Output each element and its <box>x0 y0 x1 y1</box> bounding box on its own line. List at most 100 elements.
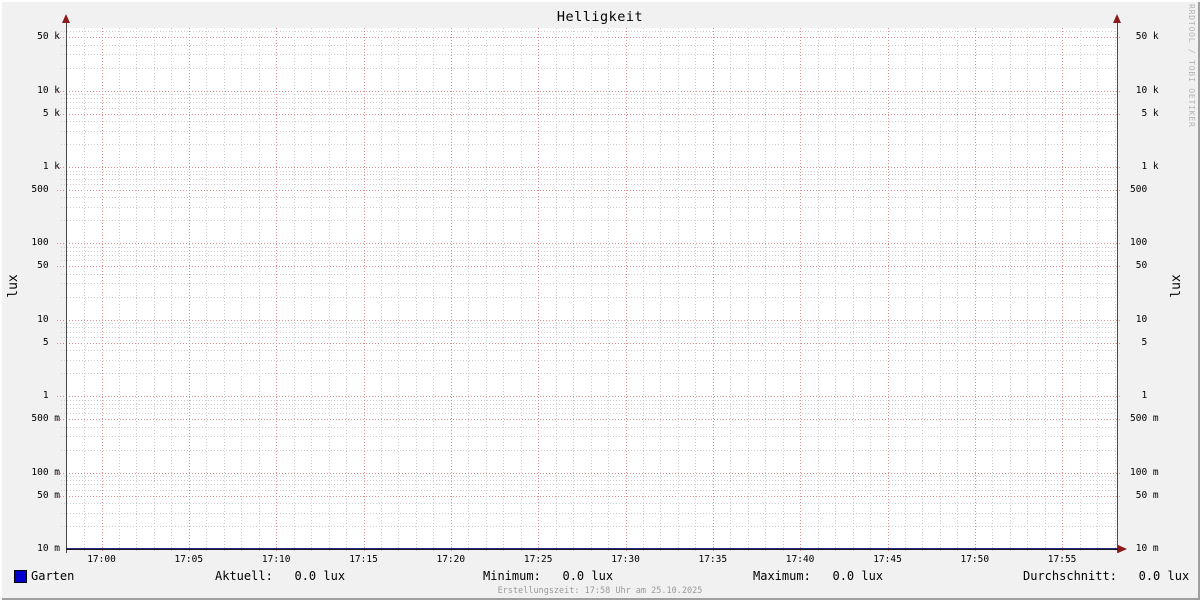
y-tick-label-right: 5 <box>1130 336 1159 348</box>
gridline-major-v <box>276 28 278 553</box>
gridline-major-h <box>57 319 1122 321</box>
y-tick-label-left: 10 <box>31 313 60 325</box>
y-tick-label-right: 100 <box>1130 237 1159 249</box>
gridline-minor-v <box>695 28 697 551</box>
gridline-major-h <box>57 495 1122 497</box>
gridline-minor-v <box>346 28 347 551</box>
gridline-minor-v <box>642 28 644 551</box>
gridline-major-h <box>57 396 1122 398</box>
x-tick-label: 17:10 <box>261 554 291 565</box>
gridline-minor-v <box>817 28 819 551</box>
gridline-minor-v <box>660 28 662 551</box>
gridline-minor-v <box>852 28 854 551</box>
gridline-minor-v <box>311 28 313 551</box>
y-tick-label-right: 5 k <box>1130 107 1159 119</box>
gridline-major-v <box>712 28 714 553</box>
gridline-minor-v <box>119 28 120 551</box>
y-axis-unit-label-right: lux <box>1169 274 1184 298</box>
x-tick-label: 17:05 <box>174 554 204 565</box>
y-tick-label-right: 1 k <box>1130 161 1159 172</box>
y-axis-line-left <box>66 20 67 553</box>
gridline-minor-v <box>573 28 575 551</box>
y-axis-line-right <box>1117 20 1118 553</box>
gridline-minor-v <box>468 28 470 551</box>
y-tick-label-left: 500 <box>31 184 60 195</box>
x-tick-label: 17:20 <box>436 554 466 565</box>
gridline-minor-v <box>957 28 959 551</box>
gridline-minor-v <box>293 28 295 551</box>
gridline-minor-v <box>415 28 417 551</box>
gridline-minor-v <box>904 28 906 551</box>
y-tick-label-left: 100 <box>31 237 60 249</box>
gridline-minor-v <box>136 28 138 551</box>
x-tick-label: 17:35 <box>698 554 728 565</box>
gridline-minor-v <box>1097 28 1099 551</box>
gridline-minor-v <box>328 28 330 551</box>
x-tick-label: 17:00 <box>87 554 116 565</box>
gridline-minor-v <box>206 28 208 551</box>
y-tick-label-right: 10 m <box>1130 543 1159 554</box>
gridline-minor-v <box>223 28 225 551</box>
series-line-garten <box>66 547 1119 549</box>
gridline-major-v <box>1062 28 1064 553</box>
stat-aktuell: Aktuell: 0.0 lux <box>215 569 346 583</box>
gridline-minor-v <box>677 28 679 551</box>
x-tick-label: 17:55 <box>1047 554 1077 565</box>
gridline-major-h <box>57 472 1122 474</box>
gridline-major-h <box>57 37 1122 39</box>
gridline-minor-v <box>922 28 924 551</box>
x-axis-line <box>66 549 1119 550</box>
gridline-minor-v <box>241 28 243 551</box>
legend-swatch-garten <box>14 570 27 583</box>
y-tick-label-right: 50 m <box>1130 489 1159 501</box>
stat-minimum: Minimum: 0.0 lux <box>483 569 614 583</box>
y-axis-unit-label-left: lux <box>6 274 21 298</box>
gridline-minor-v <box>870 28 871 551</box>
gridline-minor-v <box>730 28 732 551</box>
gridline-minor-v <box>1027 28 1029 551</box>
y-tick-label-left: 5 k <box>31 107 60 119</box>
y-tick-label-right: 500 m <box>1130 413 1159 425</box>
stat-durchschnitt: Durchschnitt: 0.0 lux <box>1023 569 1190 583</box>
y-tick-label-right: 1 <box>1130 390 1159 402</box>
stat-maximum: Maximum: 0.0 lux <box>753 569 884 583</box>
rrdtool-graph: Helligkeit 50 k 50 k 10 k 10 k 5 k 5 k 1… <box>0 0 1200 600</box>
gridline-minor-v <box>153 28 155 551</box>
y-tick-label-left: 50 <box>31 260 60 272</box>
gridline-major-v <box>450 28 452 553</box>
gridline-minor-v <box>782 28 784 551</box>
gridline-major-h <box>57 266 1122 268</box>
y-tick-label-left: 50 k <box>31 31 60 43</box>
x-tick-label: 17:25 <box>523 554 553 565</box>
x-tick-label: 17:40 <box>785 554 815 565</box>
y-tick-label-right: 100 m <box>1130 466 1159 478</box>
y-tick-label-right: 10 k <box>1130 84 1159 96</box>
gridline-minor-v <box>590 28 592 551</box>
gridline-major-h <box>57 419 1122 421</box>
gridline-minor-v <box>1114 28 1116 551</box>
gridline-major-h <box>57 243 1122 245</box>
x-tick-label: 17:15 <box>349 554 378 565</box>
gridline-major-h <box>57 113 1122 115</box>
gridline-major-v <box>887 28 889 553</box>
y-tick-label-left: 10 m <box>31 543 60 554</box>
gridline-minor-v <box>1079 28 1081 551</box>
gridline-major-h <box>57 167 1122 168</box>
gridline-minor-v <box>835 28 837 551</box>
gridline-major-v <box>188 28 190 553</box>
gridline-minor-v <box>485 28 487 551</box>
x-tick-label: 17:30 <box>611 554 640 565</box>
gridline-major-v <box>101 28 103 553</box>
y-tick-label-left: 1 <box>31 390 60 402</box>
gridline-minor-v <box>520 28 522 551</box>
y-tick-label-left: 100 m <box>31 466 60 478</box>
gridline-minor-v <box>608 28 609 551</box>
y-tick-label-right: 500 <box>1130 184 1159 195</box>
gridline-minor-v <box>939 28 941 551</box>
y-tick-label-right: 50 k <box>1130 31 1159 43</box>
y-tick-label-left: 1 k <box>31 161 60 172</box>
gridline-minor-v <box>171 28 173 551</box>
gridline-major-v <box>363 28 365 553</box>
gridline-major-h <box>57 90 1122 92</box>
gridline-major-v <box>800 28 802 553</box>
